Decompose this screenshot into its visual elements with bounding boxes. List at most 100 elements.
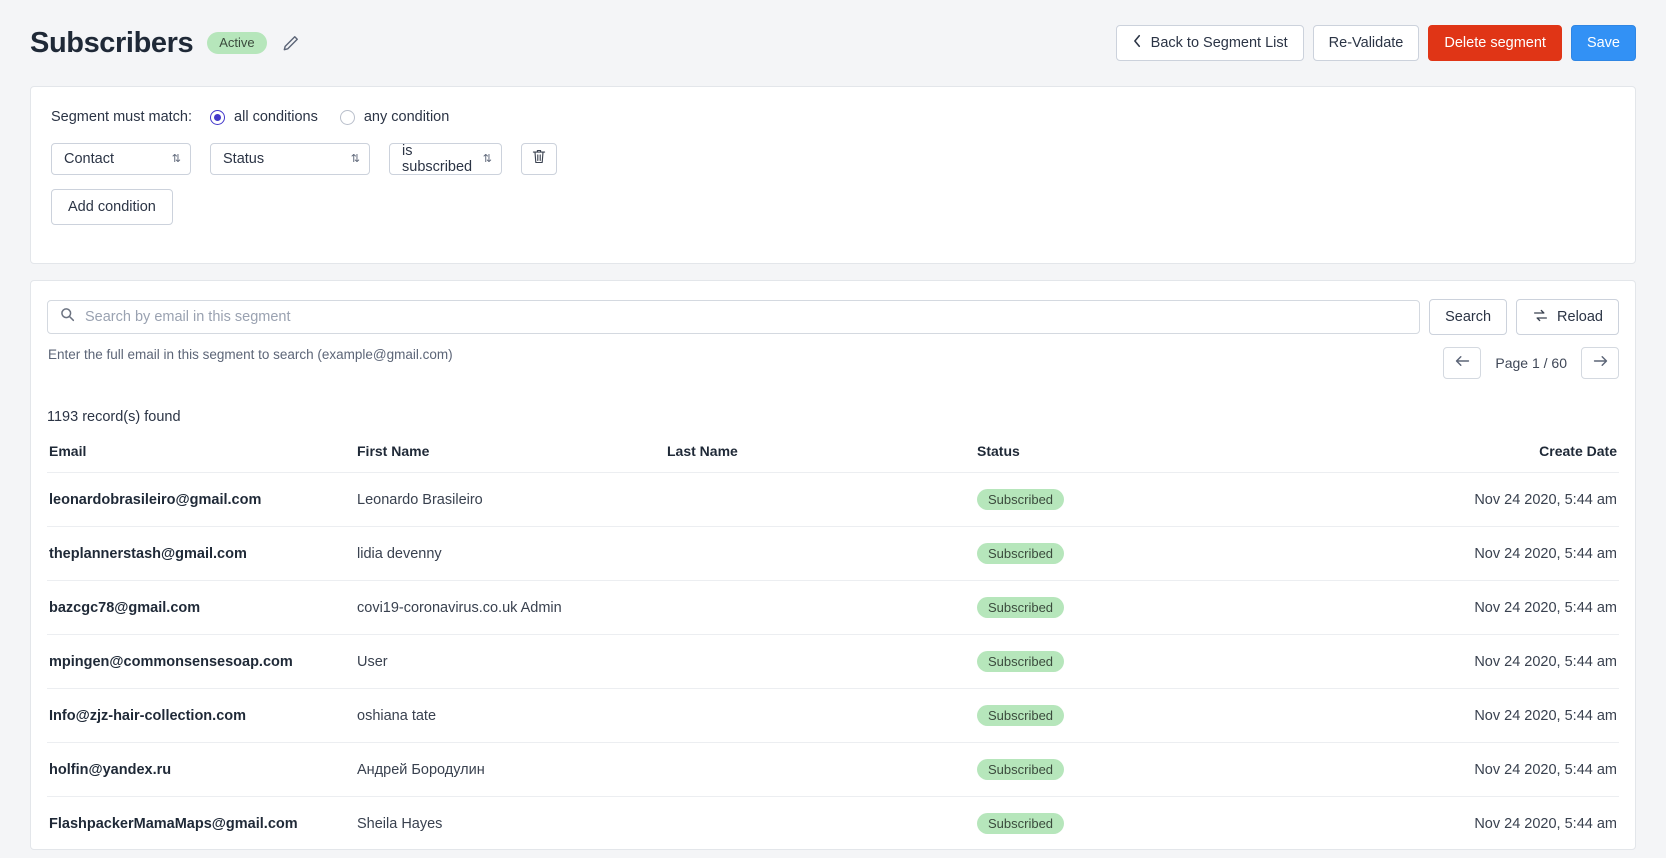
cell-create-date: Nov 24 2020, 5:44 am — [1377, 580, 1619, 635]
table-row[interactable]: holfin@yandex.ru Андрей Бородулин Subscrib… — [47, 742, 1619, 797]
search-input[interactable] — [85, 309, 1408, 325]
radio-all-conditions-label: all conditions — [234, 109, 318, 125]
cell-first-name: Leonardo Brasileiro — [357, 472, 667, 527]
match-radio-group: all conditions any condition — [210, 109, 449, 125]
search-button[interactable]: Search — [1429, 299, 1508, 335]
cell-last-name — [667, 688, 977, 743]
cell-create-date: Nov 24 2020, 5:44 am — [1377, 526, 1619, 581]
condition-entity-value: Contact — [64, 151, 114, 167]
cell-email: leonardobrasileiro@gmail.com — [47, 472, 357, 527]
condition-entity-select[interactable]: Contact ⇅ — [51, 143, 191, 175]
add-condition-button[interactable]: Add condition — [51, 189, 173, 225]
match-label: Segment must match: — [51, 109, 193, 125]
cell-last-name — [667, 796, 977, 849]
refresh-icon — [1532, 308, 1549, 327]
records-found-label: 1193 record(s) found — [47, 409, 181, 425]
table-row[interactable]: Info@zjz-hair-collection.com oshiana tate… — [47, 688, 1619, 743]
chevron-updown-icon: ⇅ — [171, 152, 181, 165]
subscribers-table: Email First Name Last Name Status Create… — [47, 443, 1619, 849]
arrow-right-icon — [1592, 353, 1609, 373]
cell-status: Subscribed — [977, 688, 1377, 743]
match-row: Segment must match: all conditions any c… — [51, 109, 1615, 125]
hint-row: Enter the full email in this segment to … — [47, 347, 1619, 379]
cell-email: bazcgc78@gmail.com — [47, 580, 357, 635]
cell-email: mpingen@commonsensesoap.com — [47, 634, 357, 689]
cell-last-name — [667, 580, 977, 635]
cell-last-name — [667, 634, 977, 689]
save-button[interactable]: Save — [1570, 25, 1636, 61]
cell-status: Subscribed — [977, 526, 1377, 581]
status-badge: Subscribed — [977, 705, 1065, 726]
radio-any-condition-dot[interactable] — [339, 109, 355, 125]
cell-email: Info@zjz-hair-collection.com — [47, 688, 357, 743]
trash-icon — [531, 148, 547, 170]
revalidate-button[interactable]: Re-Validate — [1312, 25, 1420, 61]
status-badge: Subscribed — [977, 813, 1065, 834]
cell-status: Subscribed — [977, 796, 1377, 849]
cell-create-date: Nov 24 2020, 5:44 am — [1377, 634, 1619, 689]
column-header-last-name[interactable]: Last Name — [667, 443, 977, 473]
status-badge: Subscribed — [977, 597, 1065, 618]
chevron-left-icon — [1132, 34, 1143, 52]
cell-create-date: Nov 24 2020, 5:44 am — [1377, 472, 1619, 527]
pencil-icon[interactable] — [281, 33, 301, 53]
status-badge: Subscribed — [977, 489, 1065, 510]
arrow-left-icon — [1454, 353, 1471, 373]
cell-first-name: lidia devenny — [357, 526, 667, 581]
column-header-email[interactable]: Email — [47, 443, 357, 473]
table-body: leonardobrasileiro@gmail.com Leonardo Bra… — [47, 472, 1619, 849]
status-badge: Subscribed — [977, 759, 1065, 780]
table-row[interactable]: bazcgc78@gmail.com covi19-coronavirus.co.… — [47, 580, 1619, 635]
cell-status: Subscribed — [977, 742, 1377, 797]
reload-button[interactable]: Reload — [1516, 299, 1619, 335]
back-to-segment-list-button[interactable]: Back to Segment List — [1115, 25, 1304, 61]
radio-all-conditions[interactable]: all conditions — [210, 109, 318, 125]
next-page-button[interactable] — [1581, 347, 1619, 379]
cell-email: theplannerstash@gmail.com — [47, 526, 357, 581]
cell-first-name: covi19-coronavirus.co.uk Admin — [357, 580, 667, 635]
cell-create-date: Nov 24 2020, 5:44 am — [1377, 796, 1619, 849]
table-row[interactable]: mpingen@commonsensesoap.com User Subscribe… — [47, 634, 1619, 689]
radio-any-condition[interactable]: any condition — [339, 109, 450, 125]
column-header-create-date[interactable]: Create Date — [1377, 443, 1619, 473]
page-header: Subscribers Active Back to Segment List … — [0, 0, 1666, 86]
subscribers-list-card: Search Reload Enter the full email in th… — [30, 280, 1636, 850]
column-header-first-name[interactable]: First Name — [357, 443, 667, 473]
condition-field-value: Status — [223, 151, 265, 167]
chevron-updown-icon: ⇅ — [482, 152, 492, 165]
page-indicator: Page 1 / 60 — [1495, 355, 1567, 371]
cell-status: Subscribed — [977, 472, 1377, 527]
page-title: Subscribers — [30, 26, 194, 59]
table-row[interactable]: FlashpackerMamaMaps@gmail.com Sheila Haye… — [47, 796, 1619, 849]
back-to-segment-list-label: Back to Segment List — [1150, 35, 1288, 51]
cell-create-date: Nov 24 2020, 5:44 am — [1377, 742, 1619, 797]
prev-page-button[interactable] — [1443, 347, 1482, 379]
cell-status: Subscribed — [977, 580, 1377, 635]
search-row: Search Reload — [47, 299, 1619, 335]
delete-condition-button[interactable] — [521, 143, 557, 175]
header-actions: Back to Segment List Re-Validate Delete … — [1115, 25, 1636, 61]
segment-conditions-card: Segment must match: all conditions any c… — [30, 86, 1636, 264]
table-row[interactable]: theplannerstash@gmail.com lidia devenny Su… — [47, 526, 1619, 581]
condition-operator-select[interactable]: is subscribed ⇅ — [389, 143, 502, 175]
radio-all-conditions-dot[interactable] — [210, 109, 226, 125]
cell-last-name — [667, 742, 977, 797]
cell-first-name: Андрей Бородулин — [357, 742, 667, 797]
cell-first-name: oshiana tate — [357, 688, 667, 743]
delete-segment-button[interactable]: Delete segment — [1428, 25, 1562, 61]
search-hint: Enter the full email in this segment to … — [48, 347, 453, 362]
condition-row: Contact ⇅ Status ⇅ is subscribed ⇅ — [51, 143, 1615, 175]
column-header-status[interactable]: Status — [977, 443, 1377, 473]
status-badge: Subscribed — [977, 543, 1065, 564]
reload-label: Reload — [1557, 309, 1603, 325]
cell-last-name — [667, 526, 977, 581]
search-box[interactable] — [47, 300, 1421, 334]
radio-any-condition-label: any condition — [363, 109, 450, 125]
search-icon — [60, 307, 75, 327]
cell-email: FlashpackerMamaMaps@gmail.com — [47, 796, 357, 849]
title-group: Subscribers Active — [30, 27, 301, 60]
table-header-row: Email First Name Last Name Status Create… — [47, 443, 1619, 473]
table-row[interactable]: leonardobrasileiro@gmail.com Leonardo Bra… — [47, 472, 1619, 527]
chevron-updown-icon: ⇅ — [350, 152, 360, 165]
condition-field-select[interactable]: Status ⇅ — [210, 143, 370, 175]
